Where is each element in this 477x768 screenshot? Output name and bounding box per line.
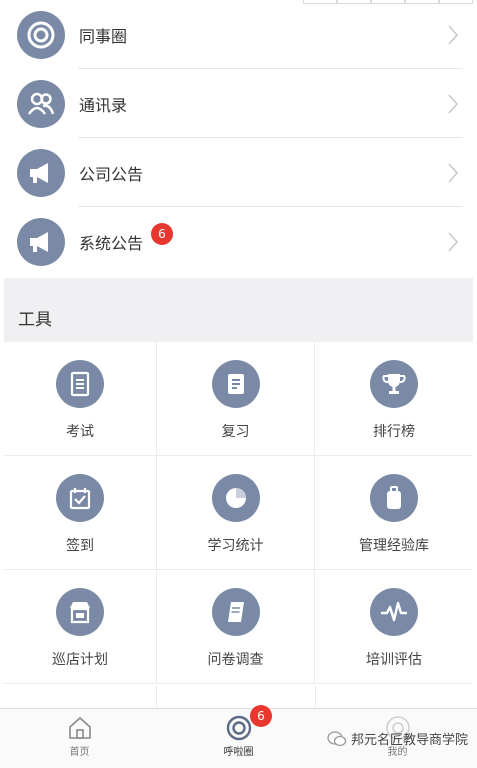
- tool-label: 考试: [66, 424, 94, 440]
- exam-icon: [56, 360, 104, 408]
- tool-label: 巡店计划: [52, 652, 108, 668]
- tools-grid: 考试 复习 排行榜 签到 学习统计 管理经验库 巡店计划 问卷调查 培训评估: [4, 342, 473, 684]
- tool-review[interactable]: 复习: [157, 342, 315, 456]
- chevron-right-icon: [448, 25, 459, 45]
- list-item-company-notice[interactable]: 公司公告: [0, 138, 477, 207]
- tool-checkin[interactable]: 签到: [4, 456, 157, 570]
- tool-store-visit-plan[interactable]: 巡店计划: [4, 570, 157, 684]
- tool-label: 培训评估: [366, 652, 422, 668]
- list-item-label: 公司公告: [79, 164, 144, 184]
- watermark: 邦元名匠教导商学院: [327, 729, 468, 748]
- ring-icon: [17, 10, 65, 59]
- tool-survey[interactable]: 问卷调查: [157, 570, 315, 684]
- trophy-icon: [370, 360, 418, 408]
- contacts-icon: [17, 79, 65, 128]
- chevron-right-icon: [448, 163, 459, 183]
- review-icon: [211, 360, 260, 408]
- tab-badge: 6: [250, 705, 272, 727]
- list-item-label: 同事圈: [79, 26, 128, 46]
- tool-label: 问卷调查: [207, 652, 264, 668]
- list-item-label: 系统公告: [79, 233, 144, 253]
- pulse-icon: [370, 588, 418, 636]
- chevron-right-icon: [448, 94, 459, 114]
- home-icon: [68, 716, 91, 739]
- watermark-text: 邦元名匠教导商学院: [351, 733, 469, 748]
- pie-chart-icon: [211, 474, 260, 522]
- list-item-colleague-circle[interactable]: 同事圈: [0, 0, 477, 69]
- tool-training-evaluation[interactable]: 培训评估: [315, 570, 473, 684]
- wechat-icon: [327, 730, 347, 746]
- chevron-right-icon: [448, 232, 459, 252]
- luggage-icon: [370, 474, 418, 522]
- unread-badge: 6: [151, 223, 173, 245]
- list-item-system-notice[interactable]: 系统公告 6: [0, 207, 477, 276]
- grid-next-row: [4, 686, 473, 708]
- tool-label: 复习: [221, 424, 250, 440]
- tab-home[interactable]: 首页: [0, 709, 159, 768]
- tool-study-stats[interactable]: 学习统计: [157, 456, 315, 570]
- tool-exam[interactable]: 考试: [4, 342, 157, 456]
- megaphone-icon: [17, 217, 65, 266]
- tool-label: 排行榜: [373, 424, 415, 440]
- tool-leaderboard[interactable]: 排行榜: [315, 342, 473, 456]
- feature-list: 同事圈 通讯录 公司公告 系统公告 6: [0, 0, 477, 276]
- tool-label: 签到: [66, 538, 94, 554]
- tool-label: 学习统计: [207, 538, 264, 554]
- megaphone-icon: [17, 148, 65, 197]
- tool-label: 管理经验库: [359, 538, 429, 554]
- section-header-tools: 工具: [4, 278, 473, 342]
- store-icon: [56, 588, 104, 636]
- checkin-icon: [56, 474, 104, 522]
- ring-icon: [226, 715, 251, 741]
- tool-experience-library[interactable]: 管理经验库: [315, 456, 473, 570]
- list-item-contacts[interactable]: 通讯录: [0, 69, 477, 138]
- tab-label: 呼啦圈: [223, 747, 254, 758]
- list-item-label: 通讯录: [79, 95, 128, 115]
- tab-label: 首页: [69, 747, 90, 758]
- scroll-icon: [211, 588, 260, 636]
- section-title: 工具: [18, 310, 52, 330]
- tab-hula-circle[interactable]: 6 呼啦圈: [159, 705, 318, 768]
